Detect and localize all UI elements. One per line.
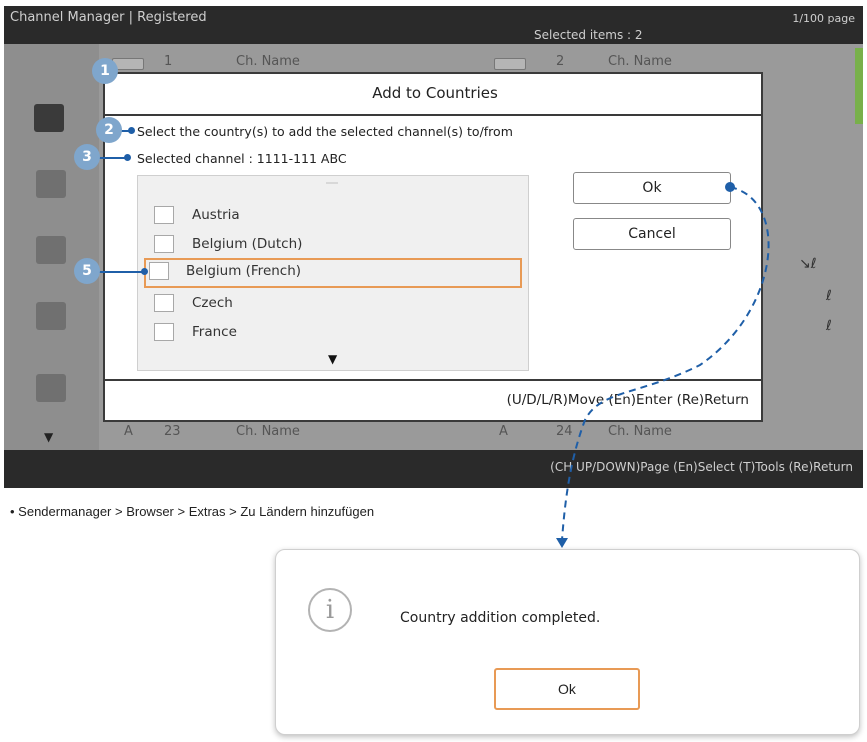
breadcrumb-caption: • Sendermanager > Browser > Extras > Zu …	[10, 504, 375, 519]
arrow-head	[556, 538, 568, 548]
popup-message: Country addition completed.	[400, 610, 601, 626]
arrow-path	[561, 186, 770, 541]
completion-popup: i Country addition completed. Ok	[275, 549, 860, 735]
page: Channel Manager | Registered 1/100 page …	[0, 0, 867, 742]
popup-ok-button[interactable]: Ok	[494, 668, 640, 710]
info-icon: i	[308, 588, 352, 632]
